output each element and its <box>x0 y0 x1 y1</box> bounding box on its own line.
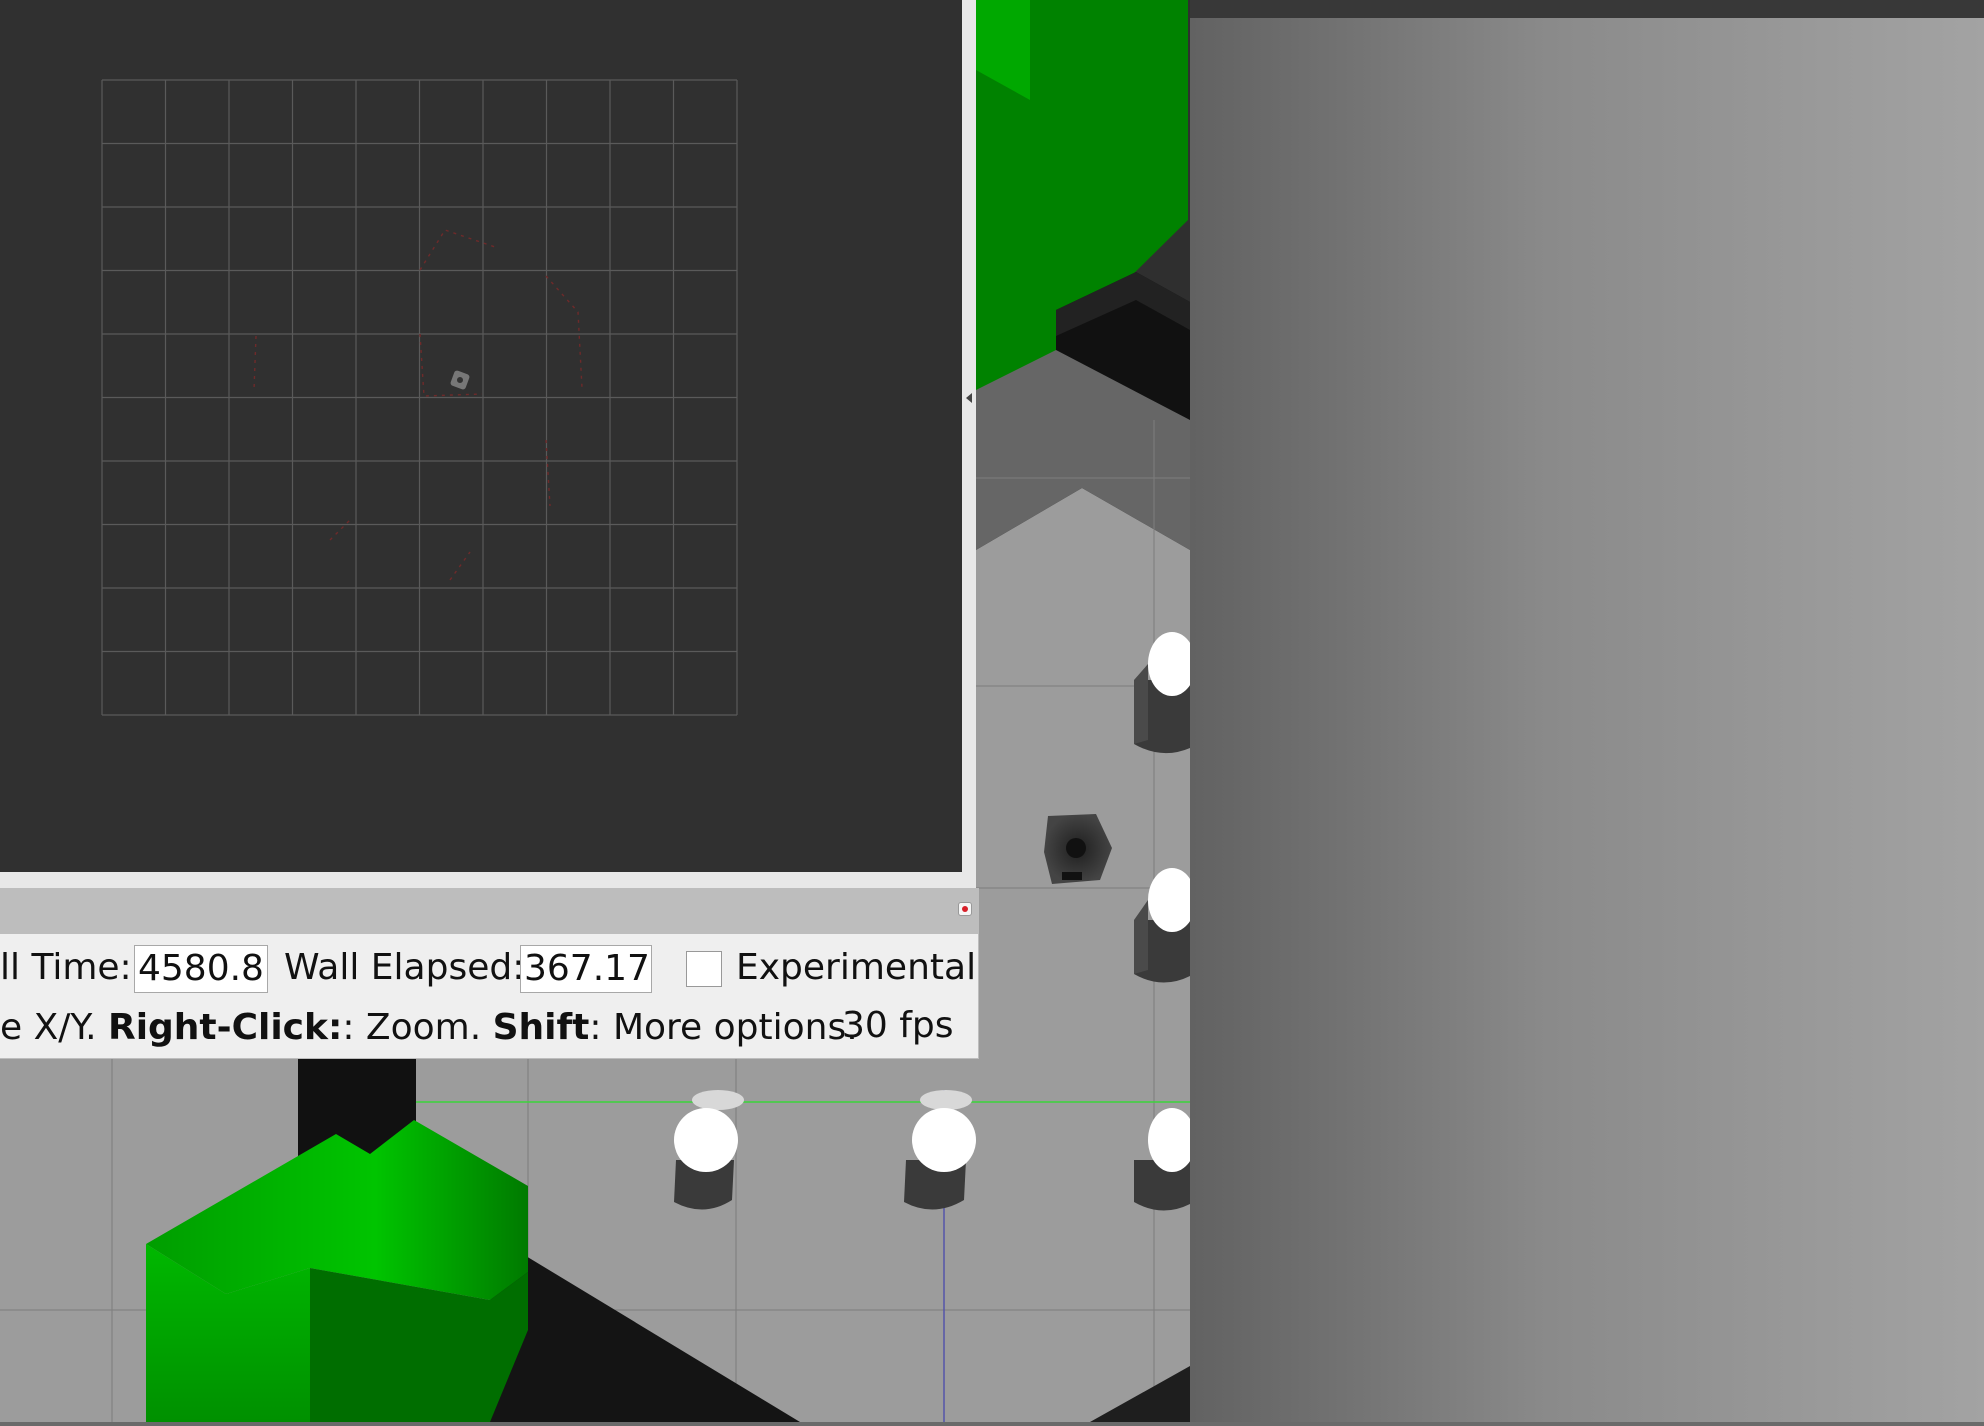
help-text: e X/Y. Right-Click:: Zoom. Shift: More o… <box>0 1006 858 1050</box>
sim-time-label: ll Time: <box>0 947 132 988</box>
map-view-panel[interactable] <box>0 0 962 872</box>
right-panel-background <box>1190 18 1984 1422</box>
fps-readout: 30 fps <box>842 1005 954 1046</box>
experimental-label: Experimental <box>736 947 977 988</box>
right-panel-title-strip <box>1190 0 1984 20</box>
experimental-checkbox[interactable] <box>686 951 722 987</box>
status-bar-panel: ll Time: 4580.81 Wall Elapsed: 367.17 Ex… <box>0 888 979 1059</box>
close-icon[interactable] <box>958 902 972 916</box>
stage-3d-view[interactable]: ll Time: 4580.81 Wall Elapsed: 367.17 Ex… <box>0 0 1984 1422</box>
help-prefix: e X/Y. <box>0 1007 108 1048</box>
chevron-left-icon[interactable] <box>962 390 976 406</box>
map-grid[interactable] <box>0 0 962 872</box>
help-shift-text: : More options. <box>589 1007 858 1048</box>
wall-elapsed-label: Wall Elapsed: <box>284 947 525 988</box>
panel-splitter-horizontal[interactable] <box>0 872 976 888</box>
help-right-click-text: : Zoom. <box>342 1007 493 1048</box>
sim-time-field[interactable]: 4580.81 <box>134 945 268 993</box>
laser-scan <box>253 229 583 581</box>
help-right-click-key: Right-Click: <box>107 1007 343 1048</box>
panel-splitter[interactable] <box>962 0 976 872</box>
status-bar-title <box>0 888 978 934</box>
wall-elapsed-field[interactable]: 367.17 <box>520 945 652 993</box>
help-shift-key: Shift <box>492 1007 590 1048</box>
robot-marker <box>450 370 470 390</box>
